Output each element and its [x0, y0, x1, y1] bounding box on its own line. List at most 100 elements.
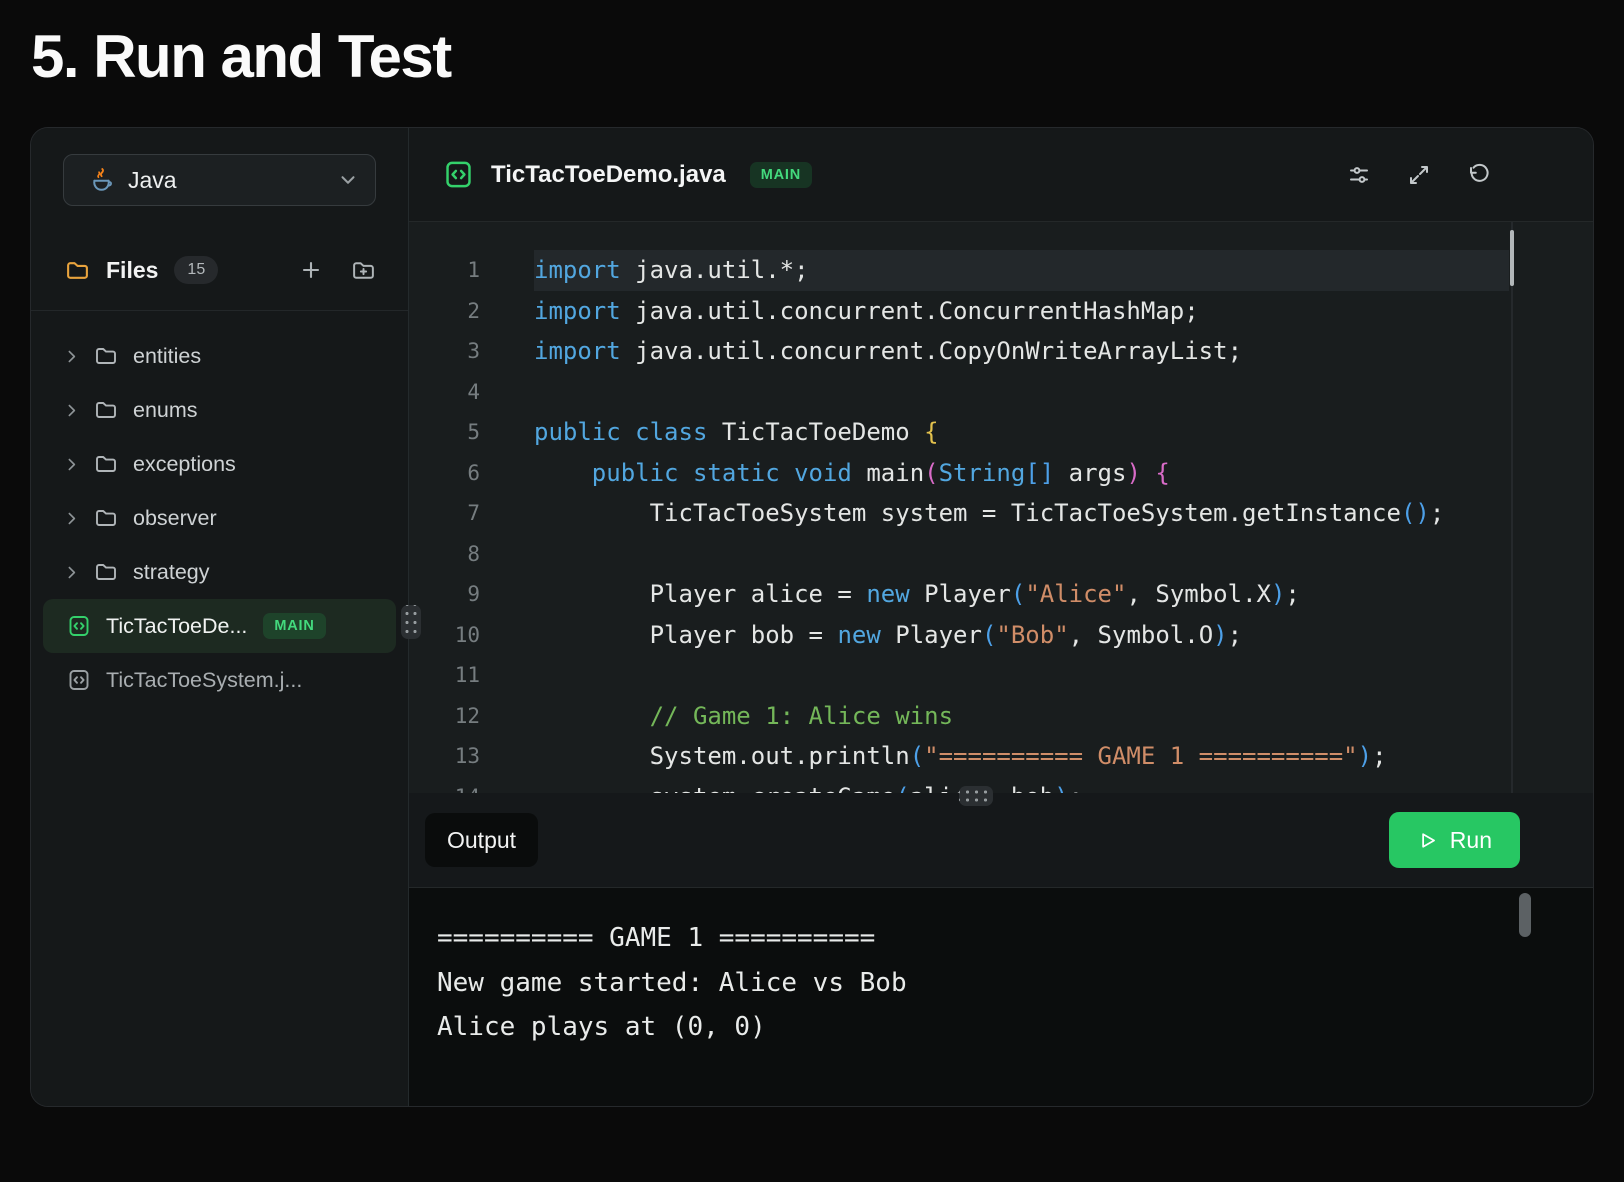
code-token: java.util.concurrent.CopyOnWriteArrayLis… — [621, 337, 1242, 365]
code-token: system.createGame — [534, 783, 895, 794]
code-text: Player bob = new Player("Bob", Symbol.O)… — [534, 615, 1509, 656]
code-line: 5 public class TicTacToeDemo { — [409, 412, 1593, 453]
code-token: public class — [534, 418, 707, 446]
line-number: 14 — [409, 777, 480, 794]
tree-file-item[interactable]: TicTacToeDe... MAIN — [43, 599, 396, 653]
code-token — [534, 702, 650, 730]
code-line: 4 — [409, 372, 1593, 413]
line-number: 12 — [409, 696, 480, 737]
language-select[interactable]: Java — [63, 154, 376, 206]
code-token: Player bob = — [534, 621, 837, 649]
ide-panel: Java Files 15 entities — [30, 127, 1594, 1107]
code-token: java.util.*; — [621, 256, 809, 284]
chevron-down-icon — [337, 169, 359, 191]
code-editor[interactable]: 1 import java.util.*; 2 import java.util… — [409, 222, 1593, 793]
code-line: 2 import java.util.concurrent.Concurrent… — [409, 291, 1593, 332]
code-token: Player — [881, 621, 982, 649]
tree-folder-item[interactable]: exceptions — [31, 437, 408, 491]
main-badge: MAIN — [263, 613, 325, 639]
code-text — [534, 655, 1509, 696]
code-token: import — [534, 297, 621, 325]
run-button-label: Run — [1450, 827, 1492, 854]
code-token: "========== GAME 1 ==========" — [924, 742, 1357, 770]
output-console: ========== GAME 1 ==========New game sta… — [409, 888, 1593, 1106]
code-token: ) — [1126, 459, 1140, 487]
code-text: public class TicTacToeDemo { — [534, 412, 1509, 453]
code-line: 1 import java.util.*; — [409, 250, 1593, 291]
code-text: system.createGame(alice, bob); — [534, 777, 1509, 794]
code-token: "Alice" — [1025, 580, 1126, 608]
tree-folder-item[interactable]: strategy — [31, 545, 408, 599]
code-line: 8 — [409, 534, 1593, 575]
line-number: 8 — [409, 534, 480, 575]
folder-icon — [94, 344, 118, 368]
run-button[interactable]: Run — [1389, 812, 1520, 868]
editor-pane: TicTacToeDemo.java MAIN 1 import java.ut… — [409, 128, 1593, 1106]
code-token: args — [1054, 459, 1126, 487]
code-text: // Game 1: Alice wins — [534, 696, 1509, 737]
editor-header: TicTacToeDemo.java MAIN — [409, 128, 1593, 222]
code-text: import java.util.concurrent.ConcurrentHa… — [534, 291, 1509, 332]
line-number: 2 — [409, 291, 480, 332]
tree-folder-item[interactable]: entities — [31, 329, 408, 383]
file-code-icon — [67, 614, 91, 638]
expand-button[interactable] — [1407, 163, 1431, 187]
file-code-icon — [67, 668, 91, 692]
code-line: 9 Player alice = new Player("Alice", Sym… — [409, 574, 1593, 615]
folder-icon — [94, 398, 118, 422]
tree-folder-item[interactable]: enums — [31, 383, 408, 437]
code-token: ) — [1054, 783, 1068, 794]
tree-folder-item[interactable]: observer — [31, 491, 408, 545]
line-number: 1 — [409, 250, 480, 291]
add-file-button[interactable] — [299, 258, 323, 282]
settings-sliders-button[interactable] — [1347, 163, 1371, 187]
code-token: java.util.concurrent.ConcurrentHashMap; — [621, 297, 1199, 325]
code-line: 6 public static void main(String[] args)… — [409, 453, 1593, 494]
console-lines: ========== GAME 1 ==========New game sta… — [437, 916, 1513, 1050]
line-number: 7 — [409, 493, 480, 534]
file-code-icon — [443, 159, 474, 190]
code-token: { — [1155, 459, 1169, 487]
console-line: Alice plays at (0, 0) — [437, 1005, 1513, 1050]
code-text: Player alice = new Player("Alice", Symbo… — [534, 574, 1509, 615]
code-text: import java.util.*; — [534, 250, 1509, 291]
sidebar-resize-handle[interactable] — [401, 605, 421, 639]
output-tab[interactable]: Output — [425, 813, 538, 867]
console-resize-handle[interactable] — [959, 786, 993, 806]
file-tree: entities enums exceptions observer s — [31, 329, 408, 707]
editor-scrollbar-thumb[interactable] — [1510, 230, 1514, 286]
console-scrollbar-thumb[interactable] — [1519, 893, 1531, 937]
code-token: public static void — [592, 459, 852, 487]
tree-file-item[interactable]: TicTacToeSystem.j... — [43, 653, 396, 707]
code-token: ( — [1011, 580, 1025, 608]
page-title: 5. Run and Test — [31, 22, 1624, 91]
code-token: ) — [1213, 621, 1227, 649]
language-select-value: Java — [128, 167, 177, 194]
line-number: 4 — [409, 372, 480, 413]
code-token: [] — [1025, 459, 1054, 487]
code-token: , Symbol.O — [1069, 621, 1214, 649]
editor-actions — [1347, 163, 1491, 187]
code-text: TicTacToeSystem system = TicTacToeSystem… — [534, 493, 1509, 534]
code-token: Player alice = — [534, 580, 866, 608]
code-token: ( — [982, 621, 996, 649]
editor-filename: TicTacToeDemo.java — [491, 161, 726, 189]
code-token: ; — [1228, 621, 1242, 649]
tree-item-label: entities — [133, 344, 201, 369]
code-text: public static void main(String[] args) { — [534, 453, 1509, 494]
editor-scrollbar-track — [1511, 222, 1513, 793]
code-token: () — [1401, 499, 1430, 527]
code-token: ) — [1271, 580, 1285, 608]
code-token: { — [924, 418, 938, 446]
code-token: // Game 1: Alice wins — [650, 702, 953, 730]
code-token: import — [534, 337, 621, 365]
divider — [31, 310, 408, 311]
reset-button[interactable] — [1467, 163, 1491, 187]
add-folder-button[interactable] — [351, 258, 376, 283]
main-badge: MAIN — [750, 162, 812, 188]
files-title: Files — [106, 257, 158, 284]
code-token: Player — [910, 580, 1011, 608]
code-token: main — [852, 459, 924, 487]
code-token: new — [866, 580, 909, 608]
code-line: 13 System.out.println("========== GAME 1… — [409, 736, 1593, 777]
